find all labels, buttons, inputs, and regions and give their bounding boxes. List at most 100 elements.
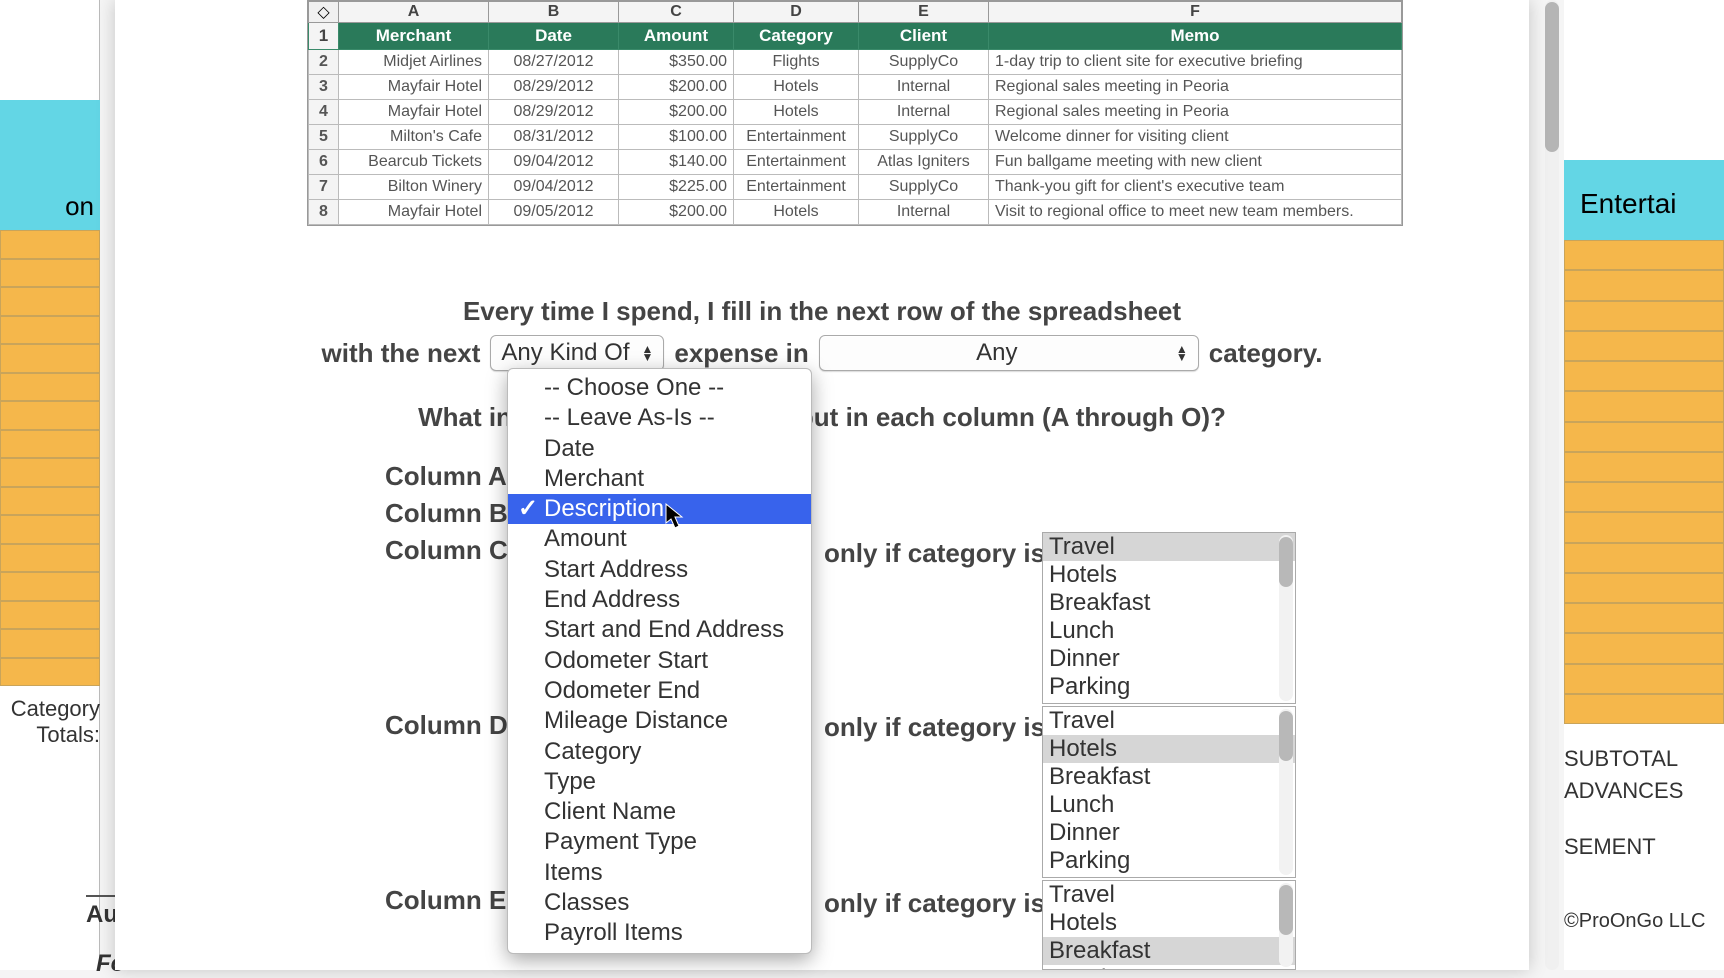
cell-amount: $200.00 [619,100,734,125]
listbox-item[interactable]: Breakfast [1043,937,1295,965]
cell-category: Entertainment [734,150,859,175]
listbox-item[interactable]: Lunch [1043,617,1295,645]
col-header-C: C [619,2,734,23]
bg-left-orange-grid [0,230,100,690]
hdr-memo: Memo [989,23,1402,50]
cell-amount: $200.00 [619,200,734,225]
cell-date: 08/27/2012 [489,50,619,75]
dropdown-option[interactable]: -- Choose One -- [508,373,811,403]
listbox-item[interactable]: Dinner [1043,819,1295,847]
cell-category: Hotels [734,100,859,125]
table-row: 4Mayfair Hotel08/29/2012$200.00HotelsInt… [309,100,1402,125]
dropdown-option[interactable]: Mileage Distance [508,706,811,736]
dropdown-option[interactable]: Odometer Start [508,646,811,676]
bg-left-panel: on Category Totals: Au Fo [0,0,100,970]
dropdown-option[interactable]: -- Leave As-Is -- [508,403,811,433]
hdr-category: Category [734,23,859,50]
cell-merchant: Mayfair Hotel [339,100,489,125]
cell-client: SupplyCo [859,50,989,75]
dropdown-option[interactable]: Items [508,858,811,888]
only-if-e: only if category is [824,888,1045,919]
category-listbox-d[interactable]: TravelHotelsBreakfastLunchDinnerParking [1042,706,1296,878]
column-c-label: Column C: [385,532,516,569]
spreadsheet-preview: ◇ A B C D E F 1 Merchant Date Amount Cat… [307,0,1403,226]
cell-memo: 1-day trip to client site for executive … [989,50,1402,75]
col-header-E: E [859,2,989,23]
listbox-item[interactable]: Lunch [1043,965,1295,970]
dropdown-option[interactable]: Date [508,434,811,464]
cell-merchant: Milton's Cafe [339,125,489,150]
listbox-item[interactable]: Breakfast [1043,589,1295,617]
category-select[interactable]: Any ▲▼ [819,335,1199,371]
cell-client: Internal [859,100,989,125]
category-listbox-e[interactable]: TravelHotelsBreakfastLunchDinnerParking [1042,880,1296,970]
row-header: 4 [309,100,339,125]
bg-right-panel: Entertai SUBTOTAL ADVANCES SEMENT ©ProOn… [1564,0,1724,970]
column-question: What information do you want put in each… [115,402,1529,433]
dropdown-option[interactable]: Classes [508,888,811,918]
listbox-item[interactable]: Hotels [1043,909,1295,937]
cell-category: Entertainment [734,175,859,200]
dropdown-option[interactable]: Odometer End [508,676,811,706]
dropdown-option[interactable]: Description [508,494,811,524]
cell-date: 08/31/2012 [489,125,619,150]
cell-merchant: Mayfair Hotel [339,200,489,225]
bg-left-cyan-text: on [65,191,94,222]
listbox-item[interactable]: Travel [1043,533,1295,561]
cell-amount: $100.00 [619,125,734,150]
hdr-client: Client [859,23,989,50]
column-labels: Column A: Column B: Column C: Column D: … [385,458,516,919]
cell-amount: $225.00 [619,175,734,200]
category-listbox-c[interactable]: TravelHotelsBreakfastLunchDinnerParking [1042,532,1296,704]
listbox-item[interactable]: Dinner [1043,645,1295,673]
listbox-item[interactable]: Hotels [1043,561,1295,589]
dropdown-option[interactable]: Amount [508,524,811,554]
row-header: 6 [309,150,339,175]
listbox-scrollbar[interactable] [1279,535,1293,701]
sentence-line1: Every time I spend, I fill in the next r… [115,296,1529,327]
listbox-item[interactable]: Parking [1043,847,1295,875]
dropdown-option[interactable]: Category [508,737,811,767]
cell-client: Atlas Igniters [859,150,989,175]
cell-date: 08/29/2012 [489,100,619,125]
col-header-A: A [339,2,489,23]
page-scrollbar-thumb[interactable] [1545,2,1559,152]
cell-memo: Thank-you gift for client's executive te… [989,175,1402,200]
listbox-item[interactable]: Hotels [1043,735,1295,763]
listbox-scrollbar[interactable] [1279,883,1293,967]
listbox-item[interactable]: Breakfast [1043,763,1295,791]
cell-client: SupplyCo [859,175,989,200]
column-field-dropdown[interactable]: -- Choose One ---- Leave As-Is --DateMer… [507,368,812,954]
cell-amount: $140.00 [619,150,734,175]
sentence-with-the-next: with the next [322,338,481,369]
dropdown-option[interactable]: Client Name [508,797,811,827]
dropdown-option[interactable]: Start Address [508,555,811,585]
kind-select[interactable]: Any Kind Of ▲▼ [490,335,664,371]
dropdown-option[interactable]: Merchant [508,464,811,494]
table-row: 5Milton's Cafe08/31/2012$100.00Entertain… [309,125,1402,150]
listbox-scrollbar[interactable] [1279,709,1293,875]
cell-memo: Visit to regional office to meet new tea… [989,200,1402,225]
select-arrows-icon: ▲▼ [641,345,653,361]
hdr-merchant: Merchant [339,23,489,50]
bg-left-category-totals: Category Totals: [0,696,100,748]
cell-category: Flights [734,50,859,75]
row-header: 3 [309,75,339,100]
dropdown-option[interactable]: Start and End Address [508,615,811,645]
listbox-item[interactable]: Travel [1043,881,1295,909]
cell-date: 09/05/2012 [489,200,619,225]
listbox-item[interactable]: Travel [1043,707,1295,735]
dropdown-option[interactable]: Payroll Items [508,918,811,948]
dropdown-option[interactable]: Payment Type [508,827,811,857]
dropdown-option[interactable]: Type [508,767,811,797]
column-d-label: Column D: [385,707,516,744]
table-row: 7Bilton Winery09/04/2012$225.00Entertain… [309,175,1402,200]
dropdown-option[interactable]: End Address [508,585,811,615]
table-row: 3Mayfair Hotel08/29/2012$200.00HotelsInt… [309,75,1402,100]
hdr-amount: Amount [619,23,734,50]
cell-client: Internal [859,75,989,100]
listbox-item[interactable]: Parking [1043,673,1295,701]
cell-category: Hotels [734,75,859,100]
hdr-date: Date [489,23,619,50]
listbox-item[interactable]: Lunch [1043,791,1295,819]
